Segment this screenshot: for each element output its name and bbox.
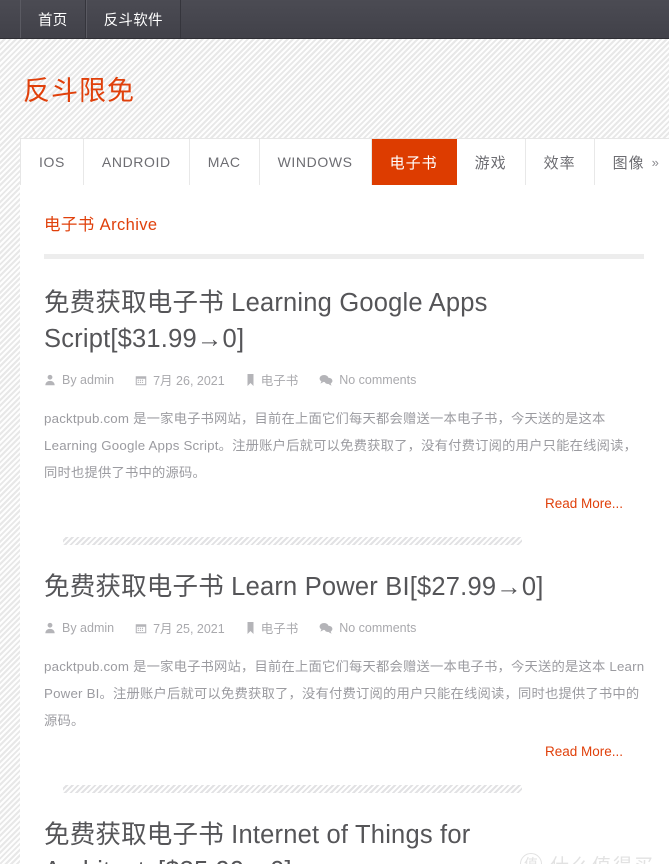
post-category[interactable]: 电子书 [246,370,299,389]
topnav-item-fandou-software[interactable]: 反斗软件 [85,0,181,38]
post-title[interactable]: 免费获取电子书 Learning Google Apps Script[$31.… [44,285,645,357]
post-item: 免费获取电子书 Internet of Things for Architect… [44,817,645,864]
post-item: 免费获取电子书 Learn Power BI[$27.99→0] By admi… [44,569,645,763]
site-header: 反斗限免 [0,39,669,138]
post-excerpt: packtpub.com 是一家电子书网站，目前在上面它们每天都会赠送一本电子书… [44,411,638,480]
post-separator [63,785,522,794]
read-more-row: Read More... [44,495,645,513]
archive-heading: 电子书 Archive [44,216,158,234]
post-date: 7月 25, 2021 [135,618,225,637]
main-content: 电子书 Archive 免费获取电子书 Learning Google Apps… [20,185,669,864]
user-icon [44,622,56,634]
post-item: 免费获取电子书 Learning Google Apps Script[$31.… [44,285,645,515]
category-tab-bar: IOS ANDROID MAC WINDOWS 电子书 游戏 效率 图像 » 多… [20,138,669,185]
post-comments[interactable]: No comments [319,621,416,635]
read-more-link[interactable]: Read More... [545,744,623,759]
post-author[interactable]: By admin [44,621,114,635]
read-more-row: Read More... [44,743,645,761]
tab-windows[interactable]: WINDOWS [260,139,372,185]
post-category-label: 电子书 [260,622,299,637]
calendar-icon [135,374,147,386]
tab-android[interactable]: ANDROID [84,139,190,185]
comments-icon [319,374,333,386]
post-comments-label: No comments [339,620,417,635]
user-icon [44,374,56,386]
post-date-label: 7月 25, 2021 [153,622,225,637]
post-title[interactable]: 免费获取电子书 Learn Power BI[$27.99→0] [44,569,645,605]
post-date-label: 7月 26, 2021 [153,374,225,389]
tab-ebook[interactable]: 电子书 [371,139,457,185]
post-author-label: By admin [62,372,115,387]
post-comments-label: No comments [339,372,417,387]
post-comments[interactable]: No comments [319,373,416,387]
post-meta: By admin 7月 26, 2021 电子书 No comments [44,370,645,389]
post-separator [63,537,522,546]
post-title[interactable]: 免费获取电子书 Internet of Things for Architect… [44,817,645,864]
post-category-label: 电子书 [260,374,299,389]
read-more-link[interactable]: Read More... [545,496,623,511]
post-category[interactable]: 电子书 [246,618,299,637]
post-author-label: By admin [62,620,115,635]
tab-ios[interactable]: IOS [21,139,84,185]
top-navigation-bar: 首页 反斗软件 [0,0,669,39]
bookmark-icon [246,621,255,634]
tab-productivity[interactable]: 效率 [526,139,595,185]
post-author[interactable]: By admin [44,373,114,387]
post-meta: By admin 7月 25, 2021 电子书 No comments [44,618,645,637]
bookmark-icon [246,373,255,386]
tab-image[interactable]: 图像 » [595,139,669,185]
calendar-icon [135,622,147,634]
comments-icon [319,622,333,634]
tab-image-label: 图像 [612,154,645,172]
site-title[interactable]: 反斗限免 [23,69,135,108]
post-excerpt: packtpub.com 是一家电子书网站，目前在上面它们每天都会赠送一本电子书… [44,659,645,728]
tab-mac[interactable]: MAC [190,139,260,185]
tab-games[interactable]: 游戏 [457,139,526,185]
post-date: 7月 26, 2021 [135,370,225,389]
top-navigation-list: 首页 反斗软件 [20,0,181,38]
chevron-right-icon: » [651,154,660,170]
topnav-item-home[interactable]: 首页 [20,0,86,38]
archive-divider [44,254,644,259]
